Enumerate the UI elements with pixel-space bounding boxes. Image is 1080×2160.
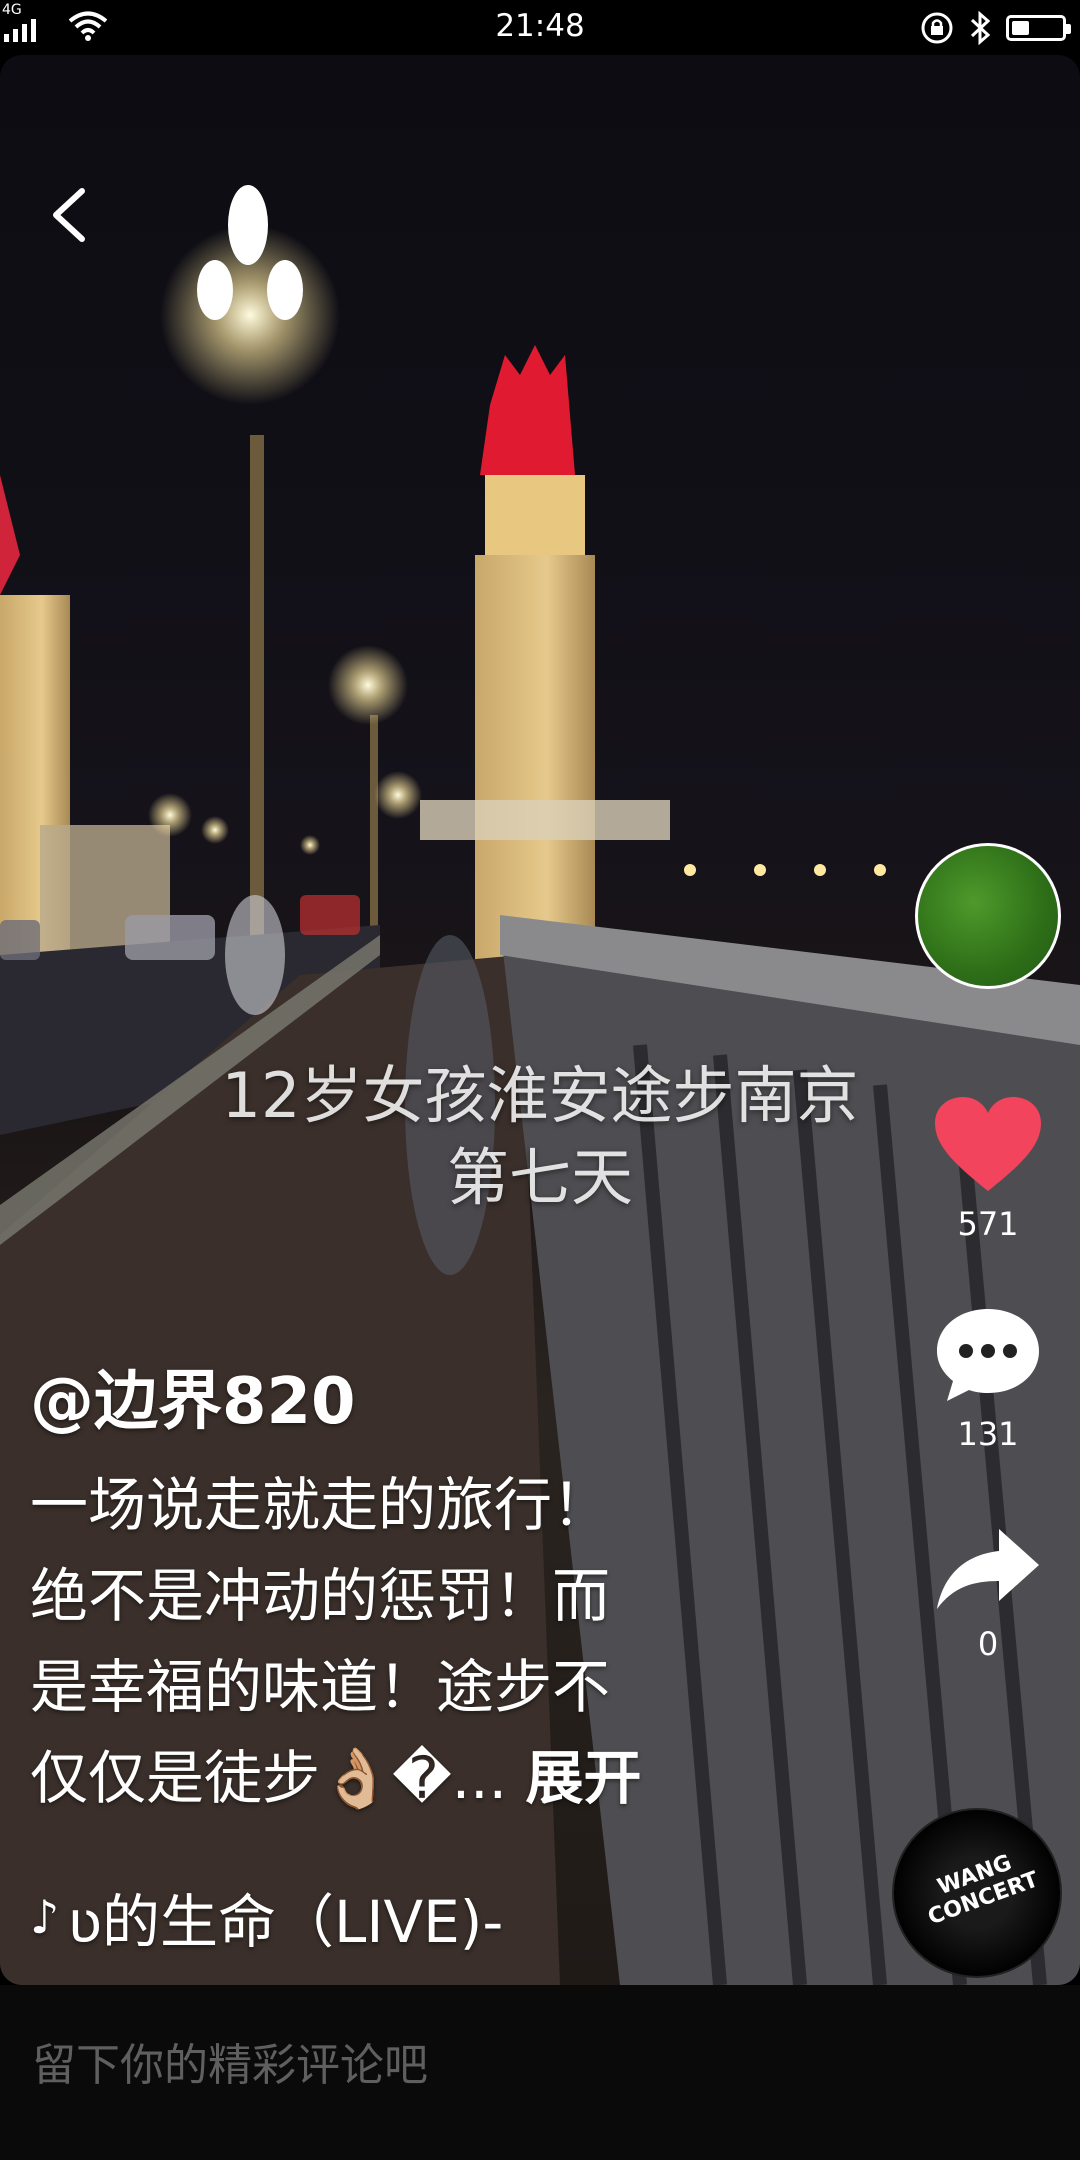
music-disc[interactable]: WANG CONCERT [892, 1808, 1062, 1978]
status-bar: 4G 21:48 [0, 0, 1080, 55]
author-username[interactable]: @边界820 [30, 1350, 356, 1442]
rotation-lock-icon [921, 12, 953, 44]
video-caption: 一场说走就走的旅行！ 绝不是冲动的惩罚！而 是幸福的味道！途步不 仅仅是徒步👌🏼… [30, 1460, 830, 1824]
heart-icon [935, 1097, 1041, 1191]
status-time: 21:48 [495, 8, 585, 44]
caption-line: 仅仅是徒步👌🏼�... [30, 1744, 507, 1812]
bluetooth-icon [970, 11, 991, 45]
caption-last-line: 仅仅是徒步👌🏼�... 展开 [30, 1733, 830, 1824]
comment-input[interactable] [32, 2040, 1032, 2091]
video-overlay-title: 12岁女孩淮安途步南京 第七天 [0, 1055, 1080, 1219]
comment-count: 131 [957, 1415, 1019, 1453]
overlay-title-line2: 第七天 [446, 1141, 633, 1214]
back-icon[interactable] [46, 185, 94, 245]
author-avatar[interactable] [915, 843, 1061, 989]
share-arrow-icon [937, 1529, 1039, 1609]
like-count: 571 [957, 1205, 1019, 1243]
share-button[interactable]: 0 [930, 1525, 1046, 1663]
comment-button[interactable]: 131 [930, 1305, 1046, 1453]
expand-caption-button[interactable]: 展开 [525, 1744, 641, 1812]
like-button[interactable]: 571 [930, 1095, 1046, 1243]
comment-bubble-icon [937, 1309, 1039, 1401]
battery-icon [1006, 15, 1071, 41]
share-count: 0 [977, 1625, 999, 1663]
disc-label: WANG CONCERT [924, 1850, 1042, 1931]
caption-line: 绝不是冲动的惩罚！而 [30, 1562, 611, 1630]
battery-level [1012, 21, 1029, 35]
caption-line: 一场说走就走的旅行！ [30, 1471, 611, 1539]
caption-line: 是幸福的味道！途步不 [30, 1653, 611, 1721]
overlay-title-line1: 12岁女孩淮安途步南京 [221, 1059, 859, 1132]
music-title: ʋ的生命（LIVE)- [67, 1888, 504, 1956]
music-note-icon: ♪ [30, 1890, 60, 1944]
comment-bar [0, 1985, 1080, 2160]
music-info[interactable]: ♪ ʋ的生命（LIVE)- [30, 1875, 503, 1959]
